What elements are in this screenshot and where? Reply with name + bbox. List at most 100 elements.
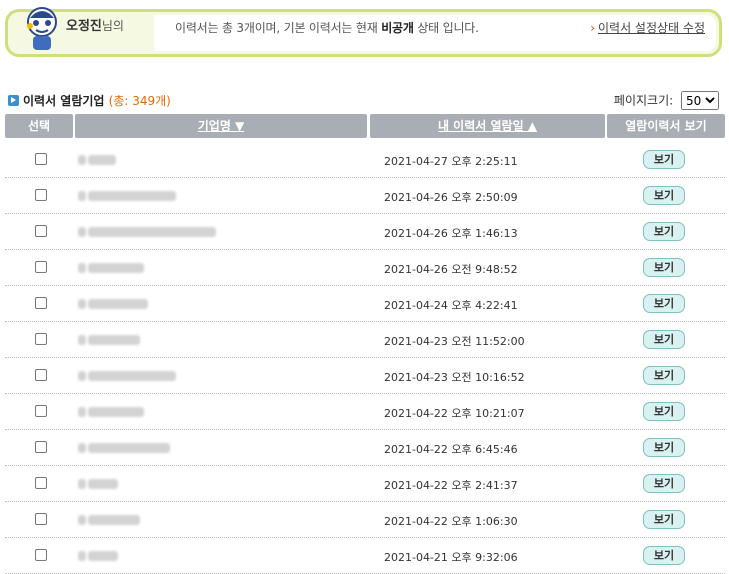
blurred-text [78, 550, 86, 561]
blurred-text [78, 406, 86, 417]
table-row: 2021-04-22 오후 2:41:37 보기 [5, 466, 725, 502]
resume-settings-link-label[interactable]: 이력서 설정상태 수정 [598, 21, 705, 35]
view-resume-button[interactable]: 보기 [643, 546, 685, 565]
blurred-text [78, 478, 86, 489]
blurred-text [78, 334, 86, 345]
section-count: (총: 349개) [108, 94, 171, 108]
page-size-select[interactable]: 50 [681, 91, 719, 110]
blurred-text [78, 262, 86, 273]
viewed-at: 2021-04-27 오후 2:25:11 [384, 155, 518, 168]
view-resume-button[interactable]: 보기 [643, 186, 685, 205]
blurred-text [78, 190, 86, 201]
row-select-checkbox[interactable] [35, 477, 47, 489]
blurred-text [88, 154, 116, 165]
company-name-blurred[interactable] [78, 476, 118, 490]
blurred-text [78, 298, 86, 309]
row-select-checkbox[interactable] [35, 297, 47, 309]
company-name-blurred[interactable] [78, 260, 144, 274]
row-select-checkbox[interactable] [35, 369, 47, 381]
row-select-checkbox[interactable] [35, 513, 47, 525]
table-row: 2021-04-26 오후 2:50:09 보기 [5, 178, 725, 214]
blurred-text [88, 406, 144, 417]
row-select-checkbox[interactable] [35, 333, 47, 345]
viewed-at: 2021-04-22 오후 10:21:07 [384, 407, 525, 420]
view-resume-button[interactable]: 보기 [643, 510, 685, 529]
resume-summary: 이력서는 총 3개이며, 기본 이력서는 현재 비공개 상태 입니다. [175, 19, 479, 36]
view-resume-button[interactable]: 보기 [643, 366, 685, 385]
row-select-checkbox[interactable] [35, 405, 47, 417]
blurred-text [88, 262, 144, 273]
viewed-at: 2021-04-24 오후 4:22:41 [384, 299, 518, 312]
table-row: 2021-04-24 오후 4:22:41 보기 [5, 286, 725, 322]
section-title-text: 이력서 열람기업 [23, 94, 105, 108]
view-resume-button[interactable]: 보기 [643, 330, 685, 349]
view-resume-button[interactable]: 보기 [643, 258, 685, 277]
table-row: 2021-04-22 오후 10:21:07 보기 [5, 394, 725, 430]
header-company-label[interactable]: 기업명 ▼ [198, 119, 245, 133]
viewer-company-list: 2021-04-27 오후 2:25:11 보기 2021-04-26 오후 2:5… [5, 142, 725, 574]
header-view-resume: 열람이력서 보기 [607, 114, 725, 138]
row-select-checkbox[interactable] [35, 441, 47, 453]
viewed-at: 2021-04-21 오후 9:32:06 [384, 551, 518, 564]
row-select-checkbox[interactable] [35, 549, 47, 561]
blurred-text [88, 334, 140, 345]
blurred-text [88, 190, 176, 201]
play-bullet-icon [8, 95, 19, 106]
viewed-at: 2021-04-26 오후 2:50:09 [384, 191, 518, 204]
company-name-blurred[interactable] [78, 224, 216, 238]
row-select-checkbox[interactable] [35, 261, 47, 273]
viewed-at: 2021-04-26 오후 1:46:13 [384, 227, 518, 240]
company-name-blurred[interactable] [78, 368, 176, 382]
company-name-blurred[interactable] [78, 332, 140, 346]
view-resume-button[interactable]: 보기 [643, 474, 685, 493]
section-title: 이력서 열람기업 (총: 349개) [8, 92, 171, 109]
blurred-text [88, 226, 216, 237]
company-name-blurred[interactable] [78, 296, 148, 310]
blurred-text [88, 298, 148, 309]
viewed-at: 2021-04-22 오후 2:41:37 [384, 479, 518, 492]
chevron-right-icon: › [590, 21, 595, 35]
user-name: 오정진 [66, 19, 102, 34]
blurred-text [78, 226, 86, 237]
table-header: 선택 기업명 ▼ 내 이력서 열람일 ▲ 열람이력서 보기 [5, 114, 725, 138]
row-select-checkbox[interactable] [35, 189, 47, 201]
table-row: 2021-04-26 오후 1:46:13 보기 [5, 214, 725, 250]
blurred-text [78, 442, 86, 453]
view-resume-button[interactable]: 보기 [643, 150, 685, 169]
header-viewed-at-label[interactable]: 내 이력서 열람일 ▲ [438, 119, 537, 133]
viewed-at: 2021-04-23 오전 11:52:00 [384, 335, 525, 348]
blurred-text [88, 442, 170, 453]
summary-status: 비공개 [381, 21, 414, 35]
company-name-blurred[interactable] [78, 548, 118, 562]
summary-text-post: 상태 입니다. [413, 21, 479, 35]
row-select-checkbox[interactable] [35, 153, 47, 165]
header-viewed-at-sort[interactable]: 내 이력서 열람일 ▲ [370, 114, 605, 138]
viewed-at: 2021-04-23 오전 10:16:52 [384, 371, 525, 384]
blurred-text [78, 514, 86, 525]
user-suffix: 님의 [101, 19, 124, 33]
blurred-text [78, 370, 86, 381]
row-select-checkbox[interactable] [35, 225, 47, 237]
resume-settings-link[interactable]: › 이력서 설정상태 수정 [590, 19, 705, 36]
user-greeting: 오정진님의 [66, 15, 124, 34]
header-company-sort[interactable]: 기업명 ▼ [75, 114, 367, 138]
viewed-at: 2021-04-26 오전 9:48:52 [384, 263, 518, 276]
table-row: 2021-04-22 오후 6:45:46 보기 [5, 430, 725, 466]
company-name-blurred[interactable] [78, 188, 176, 202]
company-name-blurred[interactable] [78, 512, 140, 526]
company-name-blurred[interactable] [78, 440, 170, 454]
view-resume-button[interactable]: 보기 [643, 222, 685, 241]
mascot-icon [27, 7, 57, 50]
page-size-control: 페이지크기: 50 [614, 91, 719, 110]
company-name-blurred[interactable] [78, 404, 144, 418]
summary-text-pre: 이력서는 총 3개이며, 기본 이력서는 현재 [175, 21, 382, 35]
view-resume-button[interactable]: 보기 [643, 294, 685, 313]
page-size-label: 페이지크기: [613, 93, 674, 108]
view-resume-button[interactable]: 보기 [643, 438, 685, 457]
table-row: 2021-04-23 오전 10:16:52 보기 [5, 358, 725, 394]
view-resume-button[interactable]: 보기 [643, 402, 685, 421]
blurred-text [88, 550, 118, 561]
company-name-blurred[interactable] [78, 152, 116, 166]
viewed-at: 2021-04-22 오후 6:45:46 [384, 443, 518, 456]
table-row: 2021-04-21 오후 9:32:06 보기 [5, 538, 725, 574]
